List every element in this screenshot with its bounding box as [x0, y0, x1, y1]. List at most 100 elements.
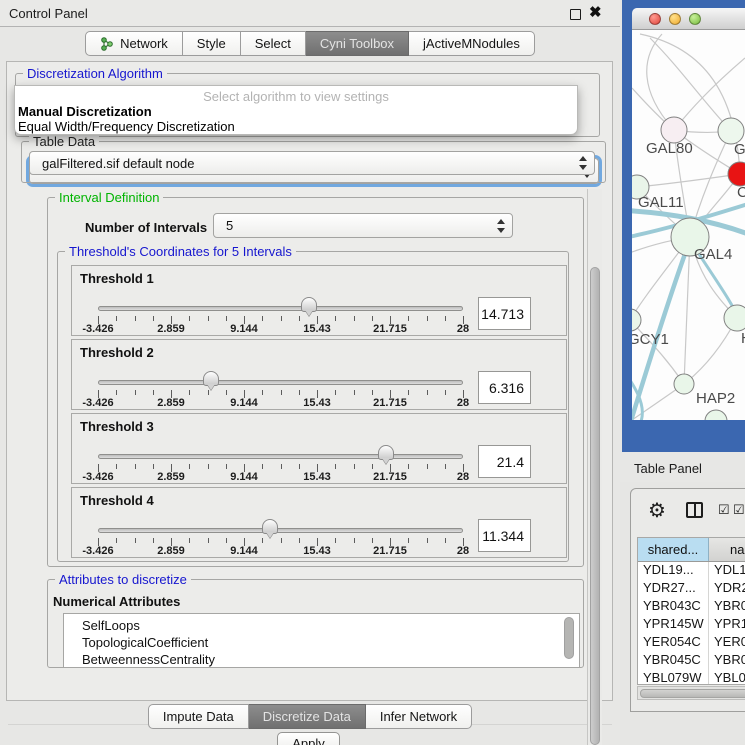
table-panel-toolbar: ⚙ ☑ ☑ — [631, 489, 745, 535]
slider-tick-label: 9.144 — [230, 323, 258, 335]
tab-label: Cyni Toolbox — [320, 36, 394, 51]
attributes-scrollbar-thumb[interactable] — [564, 617, 574, 659]
slider-tick — [189, 464, 190, 469]
top-tab-bar: Network Style Select Cyni Toolbox jActiv… — [0, 31, 620, 56]
slider-tick — [408, 464, 409, 469]
threshold-label: Threshold 1 — [80, 271, 154, 286]
control-panel-titlebar: Control Panel ✖ — [0, 0, 620, 27]
slider-tick — [408, 538, 409, 543]
slider-tick — [281, 390, 282, 395]
slider-tick-label: 2.859 — [157, 471, 185, 483]
network-node[interactable] — [705, 410, 727, 420]
table-h-scrollbar[interactable] — [637, 686, 745, 700]
slider-tick — [445, 316, 446, 321]
popup-option-equal-width[interactable]: Equal Width/Frequency Discretization — [18, 119, 235, 134]
network-node[interactable] — [724, 305, 745, 331]
mac-close-button[interactable] — [649, 13, 661, 25]
slider-tick — [281, 538, 282, 543]
number-of-intervals-combobox[interactable]: 5 — [213, 213, 513, 238]
tab-select[interactable]: Select — [241, 31, 306, 56]
gear-icon[interactable]: ⚙ — [648, 498, 666, 523]
network-edge[interactable] — [637, 174, 740, 187]
slider-track[interactable] — [98, 454, 463, 459]
threshold-value-field[interactable]: 14.713 — [478, 297, 531, 330]
table-h-scrollbar-thumb[interactable] — [640, 689, 745, 698]
column-header-shared-name[interactable]: shared... — [638, 538, 709, 561]
tab-style[interactable]: Style — [183, 31, 241, 56]
float-window-icon[interactable] — [570, 9, 581, 20]
table-row[interactable]: YER054CYER0 — [638, 634, 745, 652]
close-icon[interactable]: ✖ — [589, 6, 602, 19]
tab-infer-network[interactable]: Infer Network — [366, 704, 472, 729]
slider-thumb[interactable] — [378, 445, 394, 460]
table-panel-titlebar: Table Panel — [620, 452, 745, 482]
slider-tick-label: 2.859 — [157, 397, 185, 409]
slider-track[interactable] — [98, 306, 463, 311]
slider-tick-label: 28 — [457, 545, 469, 557]
cell-shared-name: YPR145W — [638, 616, 709, 634]
tab-jactivemnodules[interactable]: jActiveMNodules — [409, 31, 535, 56]
table-row[interactable]: YDL19...YDL1 — [638, 562, 745, 580]
slider-tick — [189, 390, 190, 395]
network-node[interactable] — [632, 309, 641, 331]
slider-tick — [335, 316, 336, 321]
slider-track[interactable] — [98, 528, 463, 533]
slider-tick — [427, 390, 428, 395]
numerical-attributes-list[interactable]: SelfLoopsTopologicalCoefficientBetweenne… — [63, 613, 580, 668]
popup-option-manual-discretization[interactable]: Manual Discretization — [18, 104, 152, 119]
table-data-combobox[interactable]: galFiltered.sif default node — [29, 151, 595, 175]
cell-name: YBR0 — [709, 598, 745, 616]
mac-zoom-button[interactable] — [689, 13, 701, 25]
slider-tick — [116, 316, 117, 321]
network-node[interactable] — [728, 162, 745, 186]
cell-name: YER0 — [709, 634, 745, 652]
combo-stepper-icon — [495, 218, 507, 234]
slider-tick — [354, 316, 355, 321]
list-item[interactable]: BetweennessCentrality — [64, 651, 579, 668]
columns-icon[interactable] — [686, 502, 703, 518]
table-row[interactable]: YDR27...YDR2 — [638, 580, 745, 598]
cell-shared-name: YDR27... — [638, 580, 709, 598]
slider-tick-label: 28 — [457, 397, 469, 409]
slider-track[interactable] — [98, 380, 463, 385]
table-row[interactable]: YPR145WYPR1 — [638, 616, 745, 634]
slider-tick-label: 15.43 — [303, 397, 331, 409]
cell-shared-name: YBR045C — [638, 652, 709, 670]
table-panel-title: Table Panel — [634, 461, 702, 476]
slider-tick — [189, 538, 190, 543]
slider-tick — [372, 538, 373, 543]
slider-tick — [116, 538, 117, 543]
threshold-label: Threshold 2 — [80, 345, 154, 360]
network-canvas[interactable]: GAL80GACGAL11GAL4GCY1HHAP2 — [632, 30, 745, 420]
network-node[interactable] — [674, 374, 694, 394]
threshold-value-field[interactable]: 6.316 — [478, 371, 531, 404]
tab-network[interactable]: Network — [85, 31, 183, 56]
list-item[interactable]: SelfLoops — [64, 617, 579, 634]
panel-scrollbar[interactable] — [587, 189, 602, 745]
threshold-value-field[interactable]: 11.344 — [478, 519, 531, 552]
slider-tick-label: 9.144 — [230, 545, 258, 557]
slider-thumb[interactable] — [301, 297, 317, 312]
node-label: GAL11 — [638, 194, 684, 211]
checkbox-icon[interactable]: ☑ — [718, 502, 730, 518]
column-header-name[interactable]: na — [709, 538, 745, 561]
list-item[interactable]: TopologicalCoefficient — [64, 634, 579, 651]
slider-thumb[interactable] — [203, 371, 219, 386]
tab-impute-data[interactable]: Impute Data — [148, 704, 249, 729]
cyni-toolbox-panel: Discretization Algorithm Table Data galF… — [6, 61, 613, 701]
slider-tick — [226, 316, 227, 321]
table-row[interactable]: YBR045CYBR0 — [638, 652, 745, 670]
cell-shared-name: YDL19... — [638, 562, 709, 580]
checkbox-icon[interactable]: ☑ — [733, 502, 745, 518]
table-row[interactable]: YBL079WYBL0 — [638, 670, 745, 685]
table-row[interactable]: YBR043CYBR0 — [638, 598, 745, 616]
slider-thumb[interactable] — [262, 519, 278, 534]
apply-button[interactable]: Apply — [277, 732, 340, 745]
tab-label: Select — [255, 36, 291, 51]
tab-discretize-data[interactable]: Discretize Data — [249, 704, 366, 729]
network-edge[interactable] — [650, 38, 731, 131]
threshold-value-field[interactable]: 21.4 — [478, 445, 531, 478]
panel-scrollbar-thumb[interactable] — [590, 267, 600, 745]
tab-cyni-toolbox[interactable]: Cyni Toolbox — [306, 31, 409, 56]
mac-minimize-button[interactable] — [669, 13, 681, 25]
